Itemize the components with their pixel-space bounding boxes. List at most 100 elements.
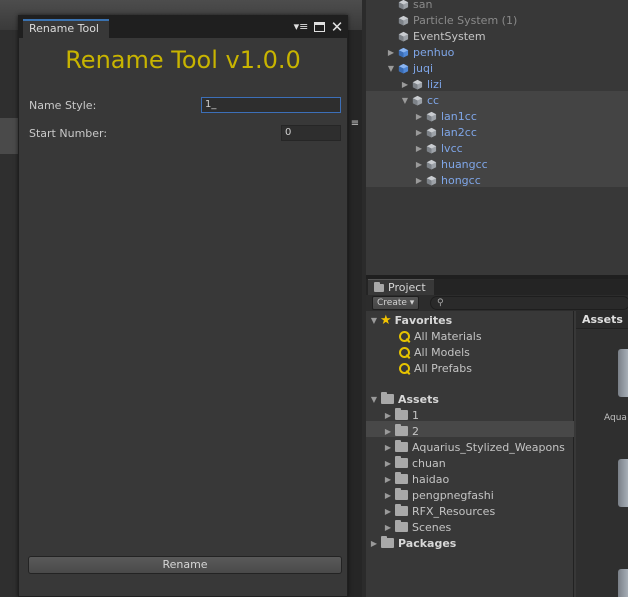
window-controls: ▾≡ ✕ <box>294 18 344 36</box>
hierarchy-item-label: lvcc <box>441 141 463 155</box>
close-icon[interactable]: ✕ <box>331 20 344 35</box>
gameobject-cube-icon <box>412 79 423 90</box>
expand-arrow-down-icon[interactable]: ▼ <box>400 96 410 105</box>
hierarchy-item[interactable]: ▼ cc <box>400 92 439 108</box>
folder-item[interactable]: ▶ Aquarius_Stylized_Weapons <box>382 439 565 455</box>
hierarchy-item[interactable]: ▶ hongcc <box>414 172 481 188</box>
folder-item[interactable]: ▶ RFX_Resources <box>382 503 495 519</box>
name-style-label: Name Style: <box>29 99 97 112</box>
hierarchy-item[interactable]: ▶ lvcc <box>414 140 463 156</box>
gameobject-cube-icon <box>426 175 437 186</box>
hierarchy-item[interactable]: ▼ juqi <box>386 60 433 76</box>
start-number-input[interactable]: 0 <box>281 125 341 141</box>
gameobject-cube-icon <box>398 31 409 42</box>
favorite-item[interactable]: All Materials <box>398 328 482 344</box>
hierarchy-item[interactable]: ▶ lan1cc <box>414 108 477 124</box>
folder-item[interactable]: ▶ chuan <box>382 455 446 471</box>
create-button[interactable]: Create ▾ <box>372 296 420 310</box>
gameobject-cube-icon <box>412 95 423 106</box>
folder-icon <box>395 408 408 420</box>
expand-arrow-right-icon[interactable]: ▶ <box>382 459 394 468</box>
packages-header[interactable]: ▶ Packages <box>368 535 456 551</box>
favorite-item[interactable]: All Prefabs <box>398 360 472 376</box>
expand-arrow-down-icon[interactable]: ▼ <box>368 395 380 404</box>
scene-side-handle <box>0 118 20 154</box>
search-icon: ⚲ <box>437 298 444 308</box>
expand-arrow-right-icon[interactable]: ▶ <box>414 160 424 169</box>
folder-item[interactable]: ▶ 1 <box>382 407 419 423</box>
maximize-icon <box>313 22 325 32</box>
hierarchy-item[interactable]: EventSystem <box>386 28 486 44</box>
assets-header[interactable]: ▼ Assets <box>368 391 439 407</box>
folder-icon <box>381 392 394 404</box>
maximize-button[interactable] <box>313 21 325 33</box>
hierarchy-item-label: EventSystem <box>413 29 486 43</box>
hierarchy-item[interactable]: ▶ penhuo <box>386 44 454 60</box>
folder-item[interactable]: ▶ Scenes <box>382 519 451 535</box>
expand-arrow-right-icon[interactable]: ▶ <box>414 128 424 137</box>
rename-button[interactable]: Rename <box>28 556 342 574</box>
project-toolbar: Create ▾ ⚲ <box>366 295 628 311</box>
expand-arrow-right-icon[interactable]: ▶ <box>382 411 394 420</box>
asset-pane-header: Assets <box>576 311 628 329</box>
name-style-input[interactable]: 1_ <box>201 97 341 113</box>
project-tab[interactable]: Project <box>368 279 434 295</box>
hierarchy-item[interactable]: san <box>386 0 432 12</box>
asset-thumbnail[interactable] <box>618 569 628 597</box>
expand-arrow-right-icon[interactable]: ▶ <box>382 491 394 500</box>
favorite-label: All Prefabs <box>414 361 472 375</box>
hierarchy-panel: san Particle System (1) EventSystem ▶ penhuo… <box>366 0 628 275</box>
expand-arrow-right-icon[interactable]: ▶ <box>414 112 424 121</box>
expand-arrow-right-icon[interactable]: ▶ <box>368 539 380 548</box>
expand-arrow-right-icon[interactable]: ▶ <box>382 475 394 484</box>
favorite-item[interactable]: All Models <box>398 344 470 360</box>
hierarchy-item[interactable]: ▶ huangcc <box>414 156 488 172</box>
folder-icon <box>395 472 408 484</box>
favorite-label: All Materials <box>414 329 482 343</box>
star-icon: ★ <box>380 312 392 328</box>
folder-icon <box>381 536 394 548</box>
favorites-header[interactable]: ▼ ★ Favorites <box>368 312 452 328</box>
asset-thumbnail[interactable] <box>618 459 628 507</box>
asset-thumbnail[interactable] <box>618 349 628 397</box>
gameobject-cube-icon <box>426 111 437 122</box>
hierarchy-item[interactable]: Particle System (1) <box>386 12 517 28</box>
expand-arrow-right-icon[interactable]: ▶ <box>386 48 396 57</box>
asset-caption: Aqua <box>604 413 627 423</box>
folder-item[interactable]: ▶ pengpnegfashi <box>382 487 494 503</box>
expand-arrow-down-icon[interactable]: ▼ <box>368 316 380 325</box>
window-menu-icon[interactable]: ▾≡ <box>294 21 309 33</box>
expand-arrow-right-icon[interactable]: ▶ <box>382 427 394 436</box>
search-icon <box>398 346 411 359</box>
expand-arrow-right-icon[interactable]: ▶ <box>382 443 394 452</box>
folder-label: 2 <box>412 424 419 438</box>
assets-label: Assets <box>398 392 439 406</box>
hierarchy-item-label: san <box>413 0 433 11</box>
project-panel: Project Create ▾ ⚲ ▼ ★ Favorites All Materi… <box>366 279 628 597</box>
favorite-label: All Models <box>414 345 470 359</box>
hierarchy-item-label: cc <box>427 93 440 107</box>
panel-divider[interactable] <box>348 30 362 597</box>
project-tab-label: Project <box>388 281 426 294</box>
expand-arrow-down-icon[interactable]: ▼ <box>386 64 396 73</box>
expand-arrow-right-icon[interactable]: ▶ <box>414 176 424 185</box>
hierarchy-item[interactable]: ▶ lizi <box>400 76 442 92</box>
hierarchy-item-label: lizi <box>427 77 442 91</box>
panel-menu-icon[interactable]: ≡ <box>349 118 361 130</box>
folder-item[interactable]: ▶ 2 <box>382 423 419 439</box>
hierarchy-item[interactable]: ▶ lan2cc <box>414 124 477 140</box>
expand-arrow-right-icon[interactable]: ▶ <box>382 507 394 516</box>
expand-arrow-right-icon[interactable]: ▶ <box>400 80 410 89</box>
expand-arrow-right-icon[interactable]: ▶ <box>414 144 424 153</box>
folder-label: RFX_Resources <box>412 504 496 518</box>
start-number-label: Start Number: <box>29 127 108 140</box>
rename-tool-tab[interactable]: Rename Tool <box>23 19 109 38</box>
folder-icon <box>395 488 408 500</box>
window-tabbar: Rename Tool ▾≡ ✕ <box>19 16 347 38</box>
expand-arrow-right-icon[interactable]: ▶ <box>382 523 394 532</box>
folder-item[interactable]: ▶ haidao <box>382 471 449 487</box>
folder-icon <box>395 504 408 516</box>
project-search-input[interactable]: ⚲ <box>430 296 628 310</box>
gameobject-cube-icon <box>426 127 437 138</box>
folder-label: chuan <box>412 456 446 470</box>
